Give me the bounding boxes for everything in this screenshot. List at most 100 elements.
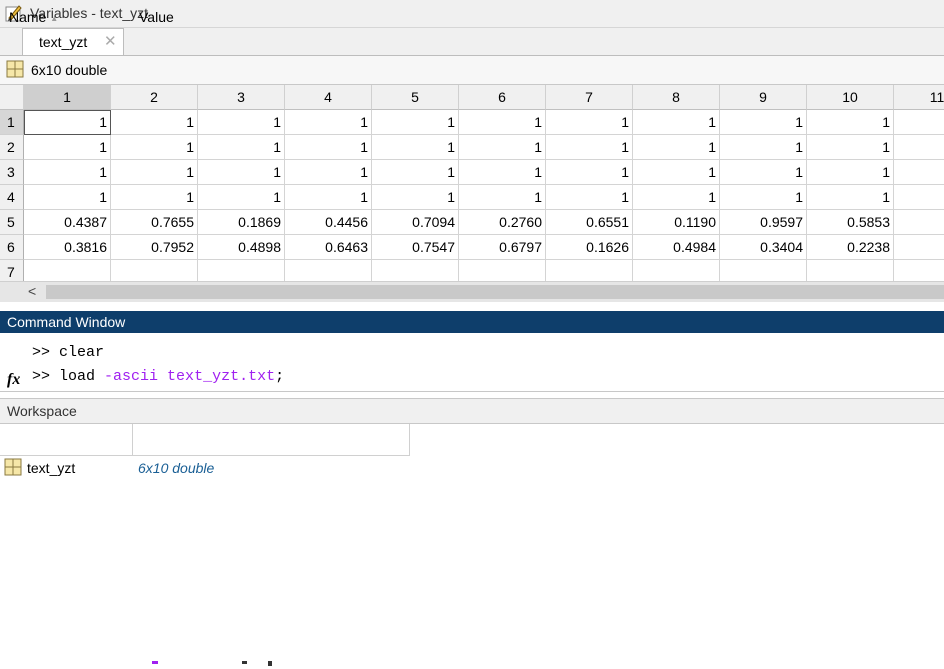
grid-cell[interactable]: 0.7547 (372, 235, 459, 260)
grid-cell[interactable]: 0.3404 (720, 235, 807, 260)
grid-cell[interactable]: 1 (285, 110, 372, 135)
grid-cell[interactable]: 1 (546, 135, 633, 160)
grid-cell[interactable]: 1 (24, 110, 111, 135)
grid-cell[interactable]: 0.4898 (198, 235, 285, 260)
column-header[interactable]: 7 (546, 85, 633, 110)
grid-cell[interactable]: 0.7094 (372, 210, 459, 235)
column-header[interactable]: 8 (633, 85, 720, 110)
grid-cell[interactable]: 1 (807, 110, 894, 135)
grid-cell[interactable]: 1 (198, 135, 285, 160)
grid-cell[interactable]: 0.7952 (111, 235, 198, 260)
grid-cell[interactable]: 1 (633, 160, 720, 185)
grid-cell[interactable]: 1 (111, 110, 198, 135)
clipped-previous-line (152, 661, 272, 666)
grid-cell[interactable]: 1 (546, 185, 633, 210)
value-column-header[interactable]: Value (139, 9, 174, 25)
grid-cell[interactable]: 1 (198, 160, 285, 185)
grid-cell[interactable]: 1 (720, 110, 807, 135)
workspace-var-name[interactable]: text_yzt (27, 460, 75, 476)
row-header[interactable]: 6 (0, 235, 24, 260)
grid-cell[interactable]: 1 (807, 160, 894, 185)
grid-cell[interactable]: 0.7655 (111, 210, 198, 235)
command-args: -ascii text_yzt.txt (95, 368, 276, 385)
name-column-header[interactable]: Name ▲ (9, 9, 58, 25)
tab-text-yzt[interactable]: text_yzt ✕ (22, 28, 124, 55)
column-header[interactable]: 2 (111, 85, 198, 110)
column-header[interactable]: 9 (720, 85, 807, 110)
column-header[interactable]: 4 (285, 85, 372, 110)
grid-cell[interactable]: 1 (111, 160, 198, 185)
scrollbar-thumb[interactable] (46, 285, 944, 299)
grid-cell[interactable]: 0.6797 (459, 235, 546, 260)
grid-cell[interactable]: 1 (111, 135, 198, 160)
grid-cell[interactable]: 0.4984 (633, 235, 720, 260)
grid-cell[interactable]: 1 (633, 135, 720, 160)
grid-cell[interactable] (894, 110, 944, 135)
grid-cell[interactable]: 1 (24, 185, 111, 210)
grid-cell[interactable]: 1 (459, 160, 546, 185)
grid-cell[interactable]: 0.2760 (459, 210, 546, 235)
grid-cell[interactable]: 0.1190 (633, 210, 720, 235)
grid-cell[interactable] (894, 185, 944, 210)
grid-cell[interactable]: 1 (720, 160, 807, 185)
horizontal-scrollbar[interactable]: < (0, 281, 944, 302)
grid-cell[interactable]: 1 (285, 160, 372, 185)
grid-cell[interactable]: 1 (198, 110, 285, 135)
column-header[interactable]: 6 (459, 85, 546, 110)
scroll-left-arrow-icon[interactable]: < (28, 283, 36, 299)
column-header[interactable]: 1 (24, 85, 111, 110)
grid-cell[interactable]: 0.6463 (285, 235, 372, 260)
grid-cell[interactable]: 1 (285, 135, 372, 160)
grid-cell[interactable]: 0.1869 (198, 210, 285, 235)
row-header[interactable]: 1 (0, 110, 24, 135)
row-header[interactable]: 5 (0, 210, 24, 235)
grid-cell[interactable]: 1 (24, 135, 111, 160)
row-header[interactable]: 4 (0, 185, 24, 210)
grid-cell[interactable]: 1 (720, 135, 807, 160)
grid-cell[interactable]: 1 (372, 185, 459, 210)
grid-cell[interactable] (894, 235, 944, 260)
column-header[interactable]: 11 (894, 85, 944, 110)
grid-cell[interactable]: 1 (372, 110, 459, 135)
grid-cell[interactable]: 1 (459, 185, 546, 210)
grid-cell[interactable]: 1 (459, 110, 546, 135)
function-browser-fx-icon[interactable]: fx (7, 371, 20, 389)
grid-cell[interactable]: 0.2238 (807, 235, 894, 260)
variable-size-type: 6x10 double (31, 62, 108, 78)
grid-cell[interactable]: 1 (720, 185, 807, 210)
grid-cell[interactable]: 1 (198, 185, 285, 210)
grid-cell[interactable]: 1 (111, 185, 198, 210)
grid-cell[interactable]: 1 (372, 160, 459, 185)
row-header[interactable]: 2 (0, 135, 24, 160)
grid-cell[interactable]: 1 (24, 160, 111, 185)
variable-editor-grid[interactable]: 1 2 3 4 5 6 7 8 9 10 11 1234567 111111111111111111… (0, 85, 944, 303)
command-window-body[interactable]: >> clear >> load -ascii text_yzt.txt; (0, 333, 944, 666)
grid-cell[interactable]: 1 (807, 135, 894, 160)
column-header[interactable]: 10 (807, 85, 894, 110)
column-header[interactable]: 5 (372, 85, 459, 110)
grid-cell[interactable]: 0.5853 (807, 210, 894, 235)
grid-cell[interactable]: 1 (546, 110, 633, 135)
grid-cell[interactable]: 1 (459, 135, 546, 160)
grid-cell[interactable]: 1 (546, 160, 633, 185)
grid-cell[interactable] (894, 135, 944, 160)
row-header[interactable]: 3 (0, 160, 24, 185)
grid-cell[interactable]: 0.9597 (720, 210, 807, 235)
grid-cell[interactable]: 1 (807, 185, 894, 210)
grid-cell[interactable]: 1 (633, 110, 720, 135)
close-icon[interactable]: ✕ (104, 32, 117, 50)
grid-cell[interactable]: 0.4456 (285, 210, 372, 235)
grid-cell[interactable]: 0.1626 (546, 235, 633, 260)
column-header[interactable]: 3 (198, 85, 285, 110)
grid-cell[interactable]: 1 (372, 135, 459, 160)
grid-cell[interactable]: 0.4387 (24, 210, 111, 235)
grid-cell[interactable] (894, 160, 944, 185)
command-end: ; (275, 368, 285, 385)
grid-cell[interactable]: 0.3816 (24, 235, 111, 260)
grid-cell[interactable] (894, 210, 944, 235)
grid-cell[interactable]: 1 (285, 185, 372, 210)
grid-cell[interactable]: 0.6551 (546, 210, 633, 235)
command-line-2[interactable]: >> load -ascii text_yzt.txt; (32, 368, 284, 385)
matrix-icon (6, 60, 24, 78)
grid-cell[interactable]: 1 (633, 185, 720, 210)
